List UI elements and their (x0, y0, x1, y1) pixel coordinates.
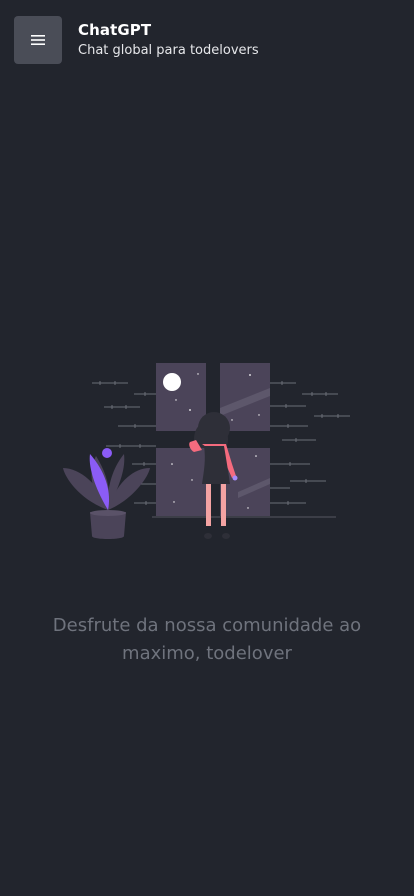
menu-button[interactable] (14, 16, 62, 64)
app-screen: ChatGPT Chat global para todelovers Desf… (0, 0, 414, 896)
hamburger-menu-icon (31, 35, 45, 45)
empty-state-message: Desfrute da nossa comunidade ao maximo, … (52, 615, 362, 664)
app-title: ChatGPT (78, 21, 152, 39)
potted-plant (63, 448, 150, 539)
app-header: ChatGPT Chat global para todelovers (14, 16, 400, 64)
header-titles: ChatGPT Chat global para todelovers (78, 20, 259, 60)
moon-icon (163, 373, 181, 391)
night-window-illustration (63, 363, 350, 539)
app-subtitle: Chat global para todelovers (78, 43, 259, 58)
brick-wall-right (270, 381, 350, 505)
